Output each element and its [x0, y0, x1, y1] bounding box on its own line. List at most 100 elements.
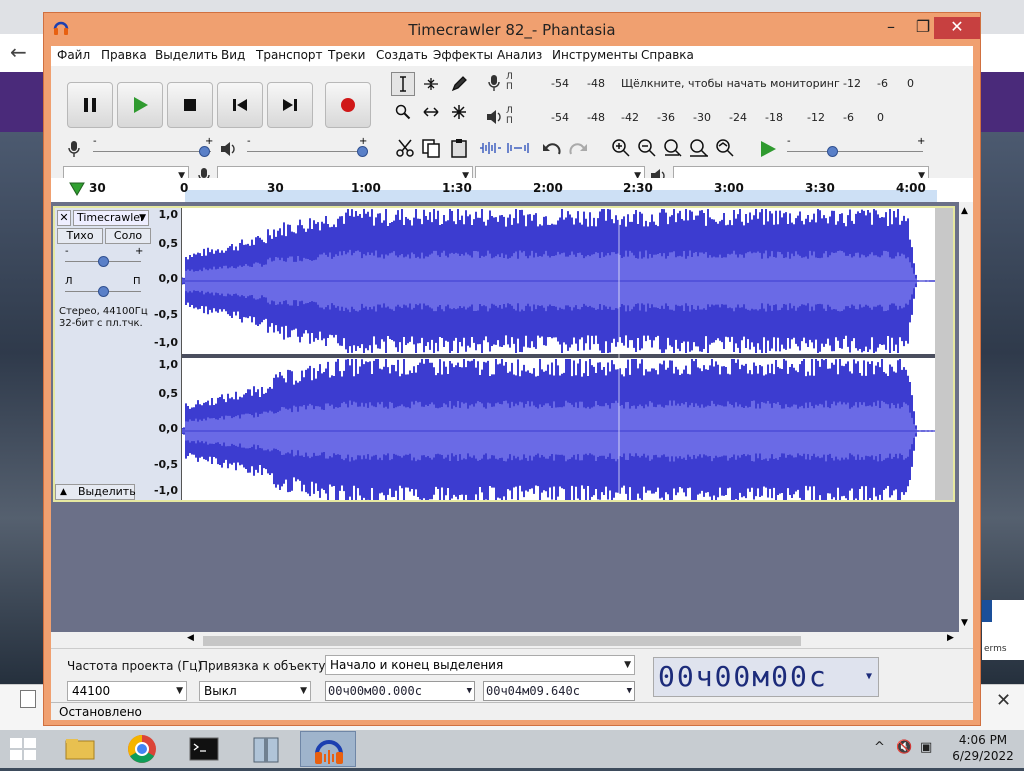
horizontal-scrollbar[interactable]: ◀ ▶	[147, 632, 959, 648]
envelope-tool[interactable]	[419, 72, 443, 96]
amplitude-ruler: 1,0 0,5 0,0 -0,5 -1,0 1,0 0,5 0,0 -0,5 -…	[151, 208, 182, 500]
cut-icon[interactable]	[395, 138, 415, 158]
menu-transport[interactable]: Транспорт	[256, 48, 323, 62]
windows-start-icon[interactable]	[10, 738, 36, 760]
close-button[interactable]: ✕	[934, 17, 980, 39]
scroll-down-icon[interactable]: ▼	[961, 618, 968, 628]
minimize-button[interactable]: –	[876, 17, 906, 39]
play-at-speed-slider[interactable]	[787, 142, 923, 160]
zoom-toggle-icon[interactable]	[715, 138, 735, 158]
multi-tool[interactable]	[447, 100, 471, 124]
menu-help[interactable]: Справка	[641, 48, 694, 62]
amplitude-label: 0,0	[158, 422, 179, 435]
title-bar: Timecrawler 82_- Phantasia – ❐ ✕	[44, 13, 980, 46]
ruler-label: 3:30	[805, 181, 835, 195]
audacity-window: Timecrawler 82_- Phantasia – ❐ ✕ Файл Пр…	[43, 12, 981, 726]
chevron-down-icon: ▼	[626, 686, 632, 696]
back-arrow-icon[interactable]: ←	[10, 40, 27, 64]
draw-tool[interactable]	[447, 72, 471, 96]
tray-chevron-icon[interactable]: ^	[874, 740, 885, 755]
tray-speaker-muted-icon[interactable]: 🔇	[896, 740, 912, 755]
menu-generate[interactable]: Создать	[376, 48, 428, 62]
audio-position-display[interactable]: 00ч00м00с ▼	[653, 657, 879, 697]
pause-button[interactable]	[67, 82, 113, 128]
zoom-out-icon[interactable]	[637, 138, 657, 158]
project-rate-select[interactable]: 44100 ▼	[67, 681, 187, 701]
menu-tools[interactable]: Инструменты	[552, 48, 638, 62]
menu-effects[interactable]: Эффекты	[433, 48, 493, 62]
taskbar-terminal[interactable]	[176, 731, 232, 767]
fit-selection-icon[interactable]	[663, 138, 683, 158]
taskbar-file-explorer[interactable]	[52, 731, 108, 767]
pencil-icon	[451, 76, 467, 92]
copy-icon[interactable]	[421, 138, 441, 158]
menu-tracks[interactable]: Треки	[328, 48, 365, 62]
download-bar-close-icon[interactable]: ✕	[996, 690, 1011, 711]
solo-button[interactable]: Соло	[105, 228, 151, 244]
play-at-speed-icon[interactable]	[759, 140, 777, 158]
selection-tool[interactable]	[391, 72, 415, 96]
selection-mode-select[interactable]: Начало и конец выделения ▼	[325, 655, 635, 675]
redo-icon[interactable]	[567, 140, 589, 158]
taskbar-chrome[interactable]	[114, 731, 170, 767]
playback-volume-slider[interactable]	[247, 142, 369, 160]
ruler-label: 1:30	[442, 181, 472, 195]
taskbar-audacity[interactable]	[300, 731, 356, 767]
menu-file[interactable]: Файл	[57, 48, 90, 62]
undo-icon[interactable]	[541, 140, 563, 158]
menu-select[interactable]: Выделить	[155, 48, 218, 62]
chrome-icon	[128, 735, 156, 763]
silence-audio-icon[interactable]	[507, 140, 529, 156]
menu-view[interactable]: Вид	[221, 48, 245, 62]
time-shift-tool[interactable]	[419, 100, 443, 124]
selection-mode-value: Начало и конец выделения	[330, 658, 504, 672]
chevron-down-icon: ▼	[624, 660, 631, 670]
zoom-tool[interactable]	[391, 100, 415, 124]
play-meter-tick: 0	[877, 111, 884, 124]
ruler-label: 1:00	[351, 181, 381, 195]
fit-project-icon[interactable]	[689, 138, 709, 158]
playback-meter[interactable]: -54 -48 -42 -36 -30 -24 -18 -12 -6 0	[517, 106, 917, 128]
waveform-end-region	[935, 208, 953, 500]
pinned-head-triangle-icon[interactable]	[69, 182, 85, 196]
gain-slider[interactable]	[65, 254, 141, 268]
timeline-ruler[interactable]: 30 0 30 1:00 1:30 2:00 2:30 3:00 3:30 4:…	[51, 178, 973, 203]
record-button[interactable]	[325, 82, 371, 128]
selection-end-time[interactable]: 00ч04м09.640с ▼	[483, 681, 635, 701]
snap-to-select[interactable]: Выкл ▼	[199, 681, 311, 701]
skip-to-end-button[interactable]	[267, 82, 313, 128]
horizontal-scroll-thumb[interactable]	[203, 636, 801, 646]
ruler-label: 2:30	[623, 181, 653, 195]
menu-analyze[interactable]: Анализ	[497, 48, 542, 62]
track-name-menu[interactable]: Timecrawler ▼	[73, 210, 149, 226]
vertical-scrollbar[interactable]: ▲ ▼	[959, 202, 973, 632]
record-volume-slider[interactable]	[93, 142, 211, 160]
stop-button[interactable]	[167, 82, 213, 128]
taskbar-archive[interactable]	[238, 731, 294, 767]
taskbar-clock[interactable]: 4:06 PM 6/29/2022	[948, 732, 1018, 764]
selection-start-time[interactable]: 00ч00м00.000с ▼	[325, 681, 475, 701]
scroll-up-icon[interactable]: ▲	[961, 206, 968, 216]
scroll-left-icon[interactable]: ◀	[187, 633, 194, 643]
skip-to-start-button[interactable]	[217, 82, 263, 128]
audio-track[interactable]: ✕ Timecrawler ▼ Тихо Соло - + Л П Стерео,…	[53, 206, 955, 504]
track-menu-arrow-icon: ▼	[139, 213, 146, 223]
track-select-button[interactable]: ▲ Выделить	[55, 484, 136, 500]
waveform-area[interactable]	[181, 208, 935, 504]
scroll-right-icon[interactable]: ▶	[947, 633, 954, 643]
play-meter-tick: -42	[621, 111, 639, 124]
mute-button[interactable]: Тихо	[57, 228, 103, 244]
pan-slider[interactable]	[65, 284, 141, 298]
trim-audio-icon[interactable]	[479, 140, 501, 156]
play-button[interactable]	[117, 82, 163, 128]
download-file-icon[interactable]	[20, 690, 36, 708]
record-meter[interactable]: -54 -48 Щёлкните, чтобы начать мониторин…	[517, 72, 917, 94]
amplitude-label: -0,5	[153, 458, 178, 471]
tray-network-icon[interactable]: ▣	[920, 740, 932, 755]
paste-icon[interactable]	[449, 138, 469, 158]
menu-edit[interactable]: Правка	[101, 48, 147, 62]
record-meter-tick: -48	[587, 77, 605, 90]
play-meter-left-label: Л	[506, 106, 513, 116]
zoom-in-icon[interactable]	[611, 138, 631, 158]
track-close-button[interactable]: ✕	[57, 210, 71, 226]
